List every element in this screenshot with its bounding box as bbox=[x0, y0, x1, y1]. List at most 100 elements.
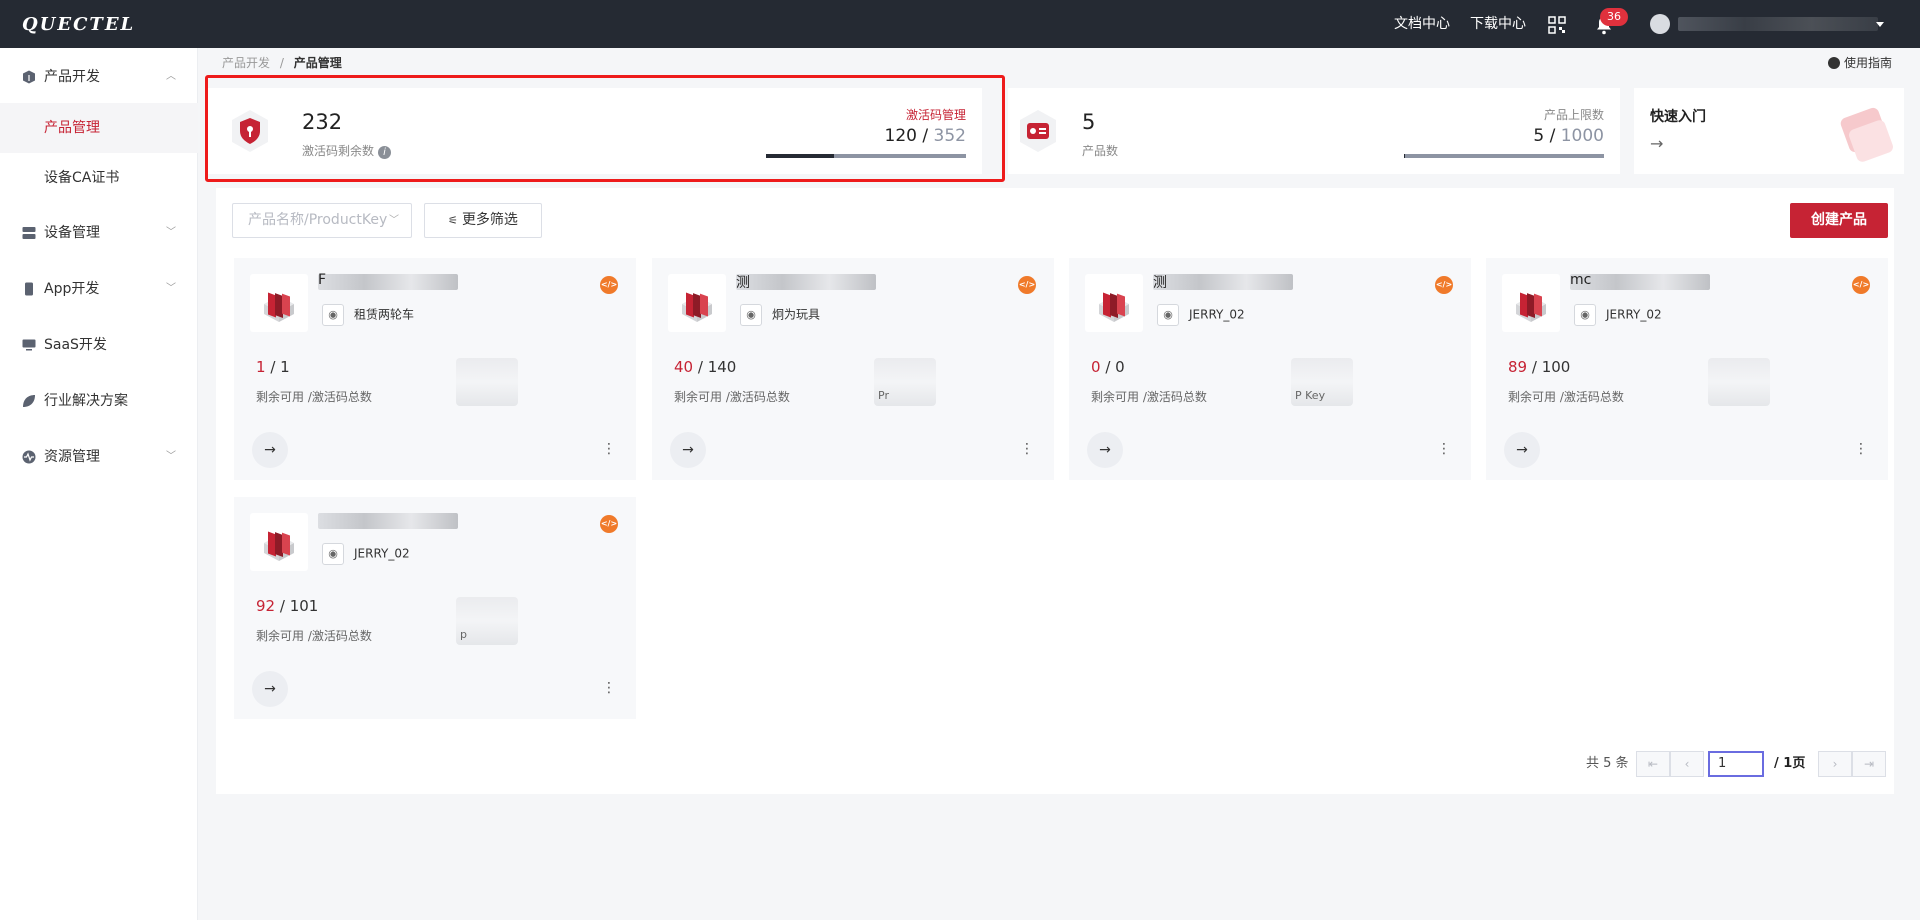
wireless-icon: ◉ bbox=[740, 304, 762, 326]
activation-counts: 40 / 140 bbox=[674, 358, 737, 376]
sidebar-item-device-ca[interactable]: 设备CA证书 bbox=[0, 153, 198, 203]
more-filters-button[interactable]: ⚟ 更多筛选 bbox=[424, 203, 542, 238]
product-used: 5 bbox=[1533, 126, 1545, 146]
sidebar-item-label: SaaS开发 bbox=[44, 337, 107, 353]
product-search-select[interactable]: 产品名称/ProductKey ﹀ bbox=[232, 203, 412, 238]
product-name-blurred bbox=[1153, 274, 1293, 290]
quectel-logo[interactable]: QUECTEL bbox=[22, 14, 135, 35]
activation-counts-label: 剩余可用 /激活码总数 bbox=[256, 629, 372, 643]
more-filters-label: 更多筛选 bbox=[461, 212, 518, 228]
avatar[interactable] bbox=[1650, 14, 1670, 34]
sidebar-item-product-dev[interactable]: 产品开发 ︿ bbox=[0, 52, 198, 102]
prev-page-button[interactable]: ‹ bbox=[1670, 751, 1704, 777]
last-page-button[interactable]: ⇥ bbox=[1852, 751, 1886, 777]
first-page-button[interactable]: ⇤ bbox=[1636, 751, 1670, 777]
sidebar-item-label: 产品开发 bbox=[44, 69, 100, 85]
more-vertical-icon[interactable]: ⋮ bbox=[1854, 442, 1868, 456]
arrow-right-icon[interactable]: → bbox=[1504, 432, 1540, 468]
wireless-icon: ◉ bbox=[322, 543, 344, 565]
sidebar-item-device-management[interactable]: 设备管理 ﹀ bbox=[0, 208, 198, 258]
product-card[interactable]: mc ◉ JERRY_02 </> 89 / 100 剩余可用 /激活码总数 → ⋮ bbox=[1486, 258, 1888, 480]
product-progress-fill bbox=[1404, 154, 1405, 158]
username-blurred[interactable] bbox=[1678, 17, 1878, 31]
code-icon: </> bbox=[1018, 276, 1036, 294]
user-guide-link[interactable]: 使用指南 bbox=[1827, 54, 1892, 71]
more-vertical-icon[interactable]: ⋮ bbox=[1020, 442, 1034, 456]
arrow-right-icon[interactable]: → bbox=[252, 432, 288, 468]
breadcrumb-parent[interactable]: 产品开发 bbox=[222, 56, 270, 70]
chevron-down-icon: ﹀ bbox=[166, 451, 176, 462]
more-vertical-icon[interactable]: ⋮ bbox=[602, 442, 616, 456]
sidebar-item-resource-management[interactable]: 资源管理 ﹀ bbox=[0, 432, 198, 482]
product-image bbox=[1502, 274, 1560, 332]
product-name-blurred bbox=[318, 274, 458, 290]
device-stack-icon bbox=[264, 292, 294, 322]
product-card[interactable]: 测 ◉ 炯为玩具 </> 40 / 140 剩余可用 /激活码总数 Pr → ⋮ bbox=[652, 258, 1054, 480]
sidebar-item-industry-solutions[interactable]: 行业解决方案 bbox=[0, 376, 198, 426]
pulse-icon bbox=[22, 450, 36, 464]
arrow-right-icon[interactable]: → bbox=[1650, 134, 1663, 153]
product-image bbox=[250, 274, 308, 332]
activation-counts-label: 剩余可用 /激活码总数 bbox=[256, 390, 372, 404]
activation-counts: 89 / 100 bbox=[1508, 358, 1571, 376]
product-image bbox=[668, 274, 726, 332]
product-box-icon bbox=[1020, 110, 1056, 152]
pagination-total: 共 5 条 bbox=[1586, 756, 1629, 771]
compass-icon bbox=[1827, 57, 1840, 69]
product-key-label: Pr bbox=[878, 389, 889, 402]
product-progress-bar bbox=[1404, 154, 1604, 158]
device-type-label: 租赁两轮车 bbox=[354, 307, 415, 322]
sidebar-item-label: 设备管理 bbox=[44, 225, 100, 241]
top-bar: QUECTEL 文档中心 下载中心 36 bbox=[0, 0, 1920, 48]
device-type-label: JERRY_02 bbox=[1189, 307, 1245, 322]
total-count: 140 bbox=[707, 358, 737, 376]
monitor-icon bbox=[22, 339, 36, 351]
more-vertical-icon[interactable]: ⋮ bbox=[1437, 442, 1451, 456]
product-total: 1000 bbox=[1560, 126, 1604, 146]
create-product-button[interactable]: 创建产品 bbox=[1790, 203, 1888, 238]
search-placeholder: 产品名称/ProductKey bbox=[248, 212, 388, 228]
quick-start-title: 快速入门 bbox=[1650, 109, 1706, 125]
cube-icon bbox=[23, 70, 35, 84]
next-page-button[interactable]: › bbox=[1818, 751, 1852, 777]
total-count: 101 bbox=[289, 597, 319, 615]
remaining-count: 1 bbox=[256, 358, 266, 376]
sidebar-item-product-management[interactable]: 产品管理 bbox=[0, 103, 198, 153]
remaining-count: 89 bbox=[1508, 358, 1528, 376]
product-card[interactable]: F ◉ 租赁两轮车 </> 1 / 1 剩余可用 /激活码总数 → ⋮ bbox=[234, 258, 636, 480]
product-key-label: p bbox=[460, 628, 467, 641]
page-number-input[interactable]: 1 bbox=[1708, 751, 1764, 777]
sidebar-item-app-dev[interactable]: App开发 ﹀ bbox=[0, 264, 198, 314]
arrow-right-icon[interactable]: → bbox=[252, 671, 288, 707]
qr-code-icon[interactable] bbox=[1548, 16, 1566, 34]
download-center-link[interactable]: 下载中心 bbox=[1470, 0, 1526, 48]
activation-counts: 92 / 101 bbox=[256, 597, 319, 615]
product-name-prefix: mc bbox=[1570, 272, 1592, 288]
device-stack-icon bbox=[682, 292, 712, 322]
more-vertical-icon[interactable]: ⋮ bbox=[602, 681, 616, 695]
sidebar-item-saas-dev[interactable]: SaaS开发 bbox=[0, 320, 198, 370]
product-count-value: 5 bbox=[1082, 110, 1096, 134]
quick-start-illustration bbox=[1840, 107, 1893, 162]
product-key-blurred bbox=[456, 358, 518, 406]
highlight-box bbox=[205, 75, 1005, 182]
chevron-down-icon[interactable] bbox=[1876, 22, 1884, 27]
product-card[interactable]: 测 ◉ JERRY_02 </> 0 / 0 剩余可用 /激活码总数 P Key → ⋮ bbox=[1069, 258, 1471, 480]
chevron-down-icon: ﹀ bbox=[166, 283, 176, 294]
product-name-prefix: 测 bbox=[736, 275, 750, 291]
activation-counts-label: 剩余可用 /激活码总数 bbox=[674, 390, 790, 404]
product-image bbox=[250, 513, 308, 571]
product-card[interactable]: ◉ JERRY_02 </> 92 / 101 剩余可用 /激活码总数 p → ⋮ bbox=[234, 497, 636, 719]
wireless-icon: ◉ bbox=[322, 304, 344, 326]
device-type: ◉ JERRY_02 bbox=[322, 543, 410, 565]
quick-start-card[interactable]: 快速入门 → bbox=[1634, 88, 1904, 174]
server-icon bbox=[22, 227, 36, 239]
arrow-right-icon[interactable]: → bbox=[670, 432, 706, 468]
docs-center-link[interactable]: 文档中心 bbox=[1394, 0, 1450, 48]
product-name-prefix: F bbox=[318, 272, 327, 288]
phone-icon bbox=[25, 282, 33, 296]
device-type: ◉ JERRY_02 bbox=[1157, 304, 1245, 326]
arrow-right-icon[interactable]: → bbox=[1087, 432, 1123, 468]
device-type-label: JERRY_02 bbox=[354, 546, 410, 561]
notification-badge: 36 bbox=[1600, 8, 1628, 26]
